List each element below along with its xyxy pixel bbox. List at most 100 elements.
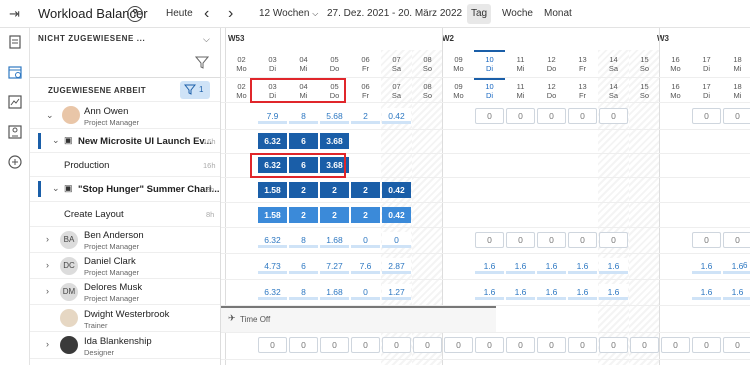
task-row-production[interactable]: Production 16h (30, 153, 220, 177)
capacity-cell[interactable]: 0 (475, 232, 504, 248)
capacity-cell[interactable]: 0 (537, 337, 566, 353)
capacity-cell[interactable]: 1.6 (568, 284, 597, 300)
document-icon[interactable] (7, 34, 23, 50)
allocation-cell[interactable]: 2 (320, 207, 349, 223)
capacity-cell[interactable]: 7.27 (320, 258, 349, 274)
allocation-cell[interactable]: 2 (351, 182, 380, 198)
capacity-cell[interactable]: 2 (351, 108, 380, 124)
today-button[interactable]: Heute (166, 0, 193, 28)
capacity-cell[interactable]: 1.6 (475, 284, 504, 300)
capacity-cell[interactable]: 1.6 (692, 258, 721, 274)
capacity-cell[interactable]: 0 (537, 108, 566, 124)
calendar-icon[interactable] (7, 64, 23, 80)
capacity-cell[interactable]: 1.6 (537, 258, 566, 274)
capacity-cell[interactable]: 0 (692, 108, 721, 124)
capacity-cell[interactable]: 5.68 (320, 108, 349, 124)
capacity-cell[interactable]: 0 (723, 108, 750, 124)
allocation-cell[interactable]: 1.58 (258, 207, 287, 223)
capacity-cell[interactable]: 8 (289, 232, 318, 248)
capacity-cell[interactable]: 1.6 (506, 258, 535, 274)
filter-button[interactable]: 1 (180, 81, 210, 99)
view-week-button[interactable]: Woche (498, 4, 537, 24)
add-icon[interactable] (7, 154, 23, 170)
capacity-cell[interactable]: 0 (382, 232, 411, 248)
capacity-cell[interactable]: 0 (475, 108, 504, 124)
chevron-right-icon[interactable]: › (46, 286, 49, 296)
capacity-cell[interactable]: 0 (351, 284, 380, 300)
capacity-cell[interactable]: 6.32 (258, 284, 287, 300)
chevron-down-icon[interactable]: ⌄ (52, 135, 60, 146)
capacity-cell[interactable]: 2.87 (382, 258, 411, 274)
capacity-cell[interactable]: 0 (258, 337, 287, 353)
capacity-cell[interactable]: 0 (537, 232, 566, 248)
allocation-cell[interactable]: 3.68 (320, 133, 349, 149)
capacity-cell[interactable]: 0 (351, 337, 380, 353)
capacity-cell[interactable]: 0 (413, 337, 442, 353)
capacity-cell[interactable]: 0 (506, 232, 535, 248)
previous-icon[interactable]: ‹ (204, 0, 209, 28)
allocation-cell[interactable]: 2 (320, 182, 349, 198)
capacity-cell[interactable]: 4.73 (258, 258, 287, 274)
user-row-delores-musk[interactable]: › DM Delores Musk Project Manager (30, 279, 220, 305)
allocation-cell[interactable]: 0.42 (382, 182, 411, 198)
help-icon[interactable]: ? (127, 6, 143, 22)
unassigned-work-header[interactable]: NICHT ZUGEWIESENE ... (38, 28, 220, 50)
allocation-cell[interactable]: 1.58 (258, 182, 287, 198)
allocation-cell[interactable]: 6.32 (258, 133, 287, 149)
capacity-cell[interactable]: 1.6 (723, 284, 750, 300)
capacity-cell[interactable]: 0 (599, 108, 628, 124)
view-month-button[interactable]: Monat (540, 4, 576, 24)
capacity-cell[interactable]: 0 (506, 337, 535, 353)
chevron-right-icon[interactable]: › (46, 260, 49, 270)
allocation-cell[interactable]: 2 (351, 207, 380, 223)
capacity-cell[interactable]: 1.6 (475, 258, 504, 274)
user-row-ann-owen[interactable]: ⌄ Ann Owen Project Manager (30, 102, 220, 129)
collapse-panel-icon[interactable]: ⇥ (9, 0, 20, 28)
capacity-cell[interactable]: 1.6 (537, 284, 566, 300)
capacity-cell[interactable]: 7.6 (351, 258, 380, 274)
capacity-cell[interactable]: 8 (289, 108, 318, 124)
capacity-cell[interactable]: 0 (630, 337, 659, 353)
capacity-cell[interactable]: 1.6 (599, 284, 628, 300)
user-row-ben-anderson[interactable]: › BA Ben Anderson Project Manager (30, 227, 220, 253)
capacity-cell[interactable]: 0 (289, 337, 318, 353)
filter-funnel-icon[interactable] (194, 56, 210, 73)
project-row-microsite[interactable]: ⌄ ▣ New Microsite UI Launch Ev... 16h (30, 129, 220, 153)
capacity-cell[interactable]: 0 (723, 337, 750, 353)
capacity-cell[interactable]: 1.6 (506, 284, 535, 300)
project-row-stop-hunger[interactable]: ⌄ ▣ "Stop Hunger" Summer Chari... 8h (30, 177, 220, 202)
chevron-down-icon[interactable]: ⌄ (52, 183, 60, 194)
capacity-cell[interactable]: 0 (320, 337, 349, 353)
capacity-cell[interactable]: 1.27 (382, 284, 411, 300)
task-row-create-layout[interactable]: Create Layout 8h (30, 202, 220, 227)
allocation-cell[interactable]: 2 (289, 207, 318, 223)
capacity-cell[interactable]: 0 (568, 232, 597, 248)
capacity-cell[interactable]: 1.68 (320, 232, 349, 248)
capacity-cell[interactable]: 0 (692, 337, 721, 353)
capacity-cell[interactable]: 1.6 (599, 258, 628, 274)
chevron-right-icon[interactable]: › (46, 339, 49, 349)
capacity-cell[interactable]: 0 (475, 337, 504, 353)
user-row-dwight-westerbrook[interactable]: Dwight Westerbrook Trainer (30, 305, 220, 332)
capacity-cell[interactable]: 0 (351, 232, 380, 248)
range-select[interactable]: 12 Wochen ⌵ (259, 0, 318, 28)
org-chart-icon[interactable] (7, 124, 23, 140)
capacity-cell[interactable]: 1.6 (692, 284, 721, 300)
capacity-cell[interactable]: 1.6 (568, 258, 597, 274)
allocation-cell[interactable]: 6 (289, 133, 318, 149)
allocation-cell[interactable]: 2 (289, 182, 318, 198)
chart-icon[interactable] (7, 94, 23, 110)
date-range[interactable]: 27. Dez. 2021 - 20. März 2022 (327, 0, 462, 28)
view-day-button[interactable]: Tag (467, 4, 492, 24)
capacity-cell[interactable]: 6.32 (258, 232, 287, 248)
capacity-cell[interactable]: 0 (599, 232, 628, 248)
capacity-cell[interactable]: 1.68 (320, 284, 349, 300)
user-row-ida-blankenship[interactable]: › Ida Blankenship Designer (30, 332, 220, 359)
capacity-cell[interactable]: 0 (506, 108, 535, 124)
chevron-down-icon[interactable]: ⌄ (46, 110, 54, 121)
chevron-down-icon[interactable]: ⌵ (203, 34, 210, 45)
user-row-daniel-clark[interactable]: › DC Daniel Clark Project Manager (30, 253, 220, 279)
capacity-cell[interactable]: 7.9 (258, 108, 287, 124)
capacity-cell[interactable]: 0 (568, 108, 597, 124)
allocation-cell[interactable]: 0.42 (382, 207, 411, 223)
